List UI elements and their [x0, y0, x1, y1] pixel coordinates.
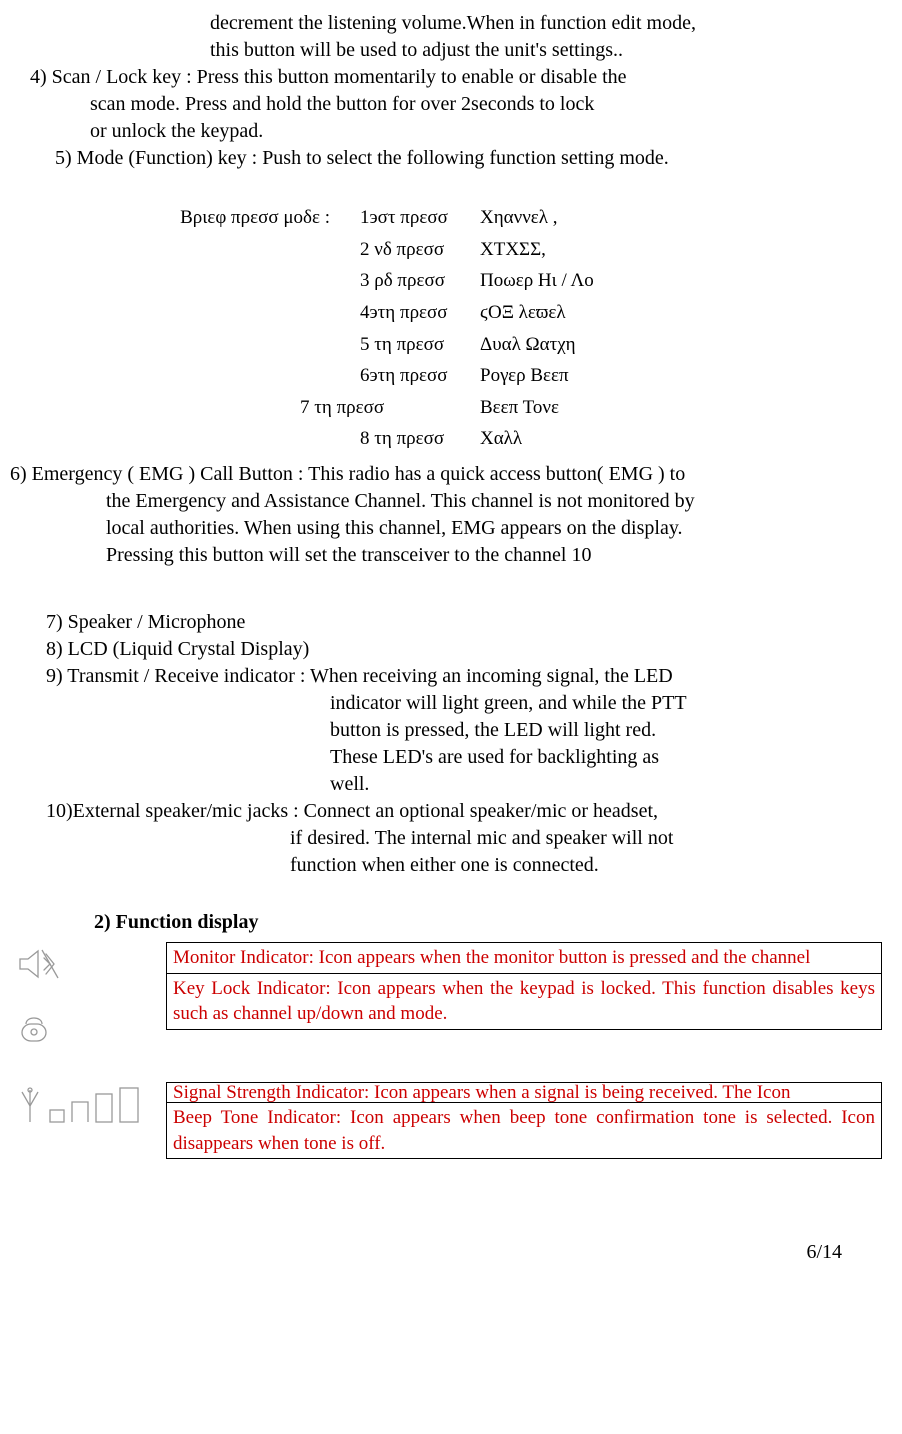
item-6-line-3: local authorities. When using this chann… [10, 515, 882, 542]
brief-func-1: Χηαννελ , [480, 205, 557, 231]
brief-press-7: 7 τη πρεσσ [300, 395, 480, 421]
brief-func-6: Ρογερ Βεεπ [480, 363, 569, 389]
item-4-line-3: or unlock the keypad. [10, 118, 882, 145]
antenna-icon [16, 1086, 44, 1134]
brief-press-8: 8 τη πρεσσ [360, 426, 480, 452]
page-number: 6/14 [806, 1239, 842, 1266]
brief-func-3: Ποωερ Ηι / Λο [480, 268, 594, 294]
brief-mode-label: Βριεφ πρεσσ μοδε : [160, 205, 360, 231]
item-9-line-3: button is pressed, the LED will light re… [10, 717, 882, 744]
brief-func-2: ΧΤΧΣΣ, [480, 237, 546, 263]
item-10-line-1: 10)External speaker/mic jacks : Connect … [10, 798, 882, 825]
item-9-line-4: These LED's are used for backlighting as [10, 744, 882, 771]
item-8-line-1: 8) LCD (Liquid Crystal Display) [10, 636, 882, 663]
item-10-line-3: function when either one is connected. [10, 852, 882, 879]
brief-press-4: 4эτη πρεσσ [360, 300, 480, 326]
item-7-line-1: 7) Speaker / Microphone [10, 609, 882, 636]
function-row-1: Monitor Indicator: Icon appears when the… [16, 942, 882, 1052]
item-5-line-1: 5) Mode (Function) key : Push to select … [10, 145, 882, 172]
item-4-line-1: 4) Scan / Lock key : Press this button m… [10, 64, 882, 91]
brief-func-5: Δυαλ Ωατχη [480, 332, 576, 358]
brief-func-7: Βεεπ Τονε [480, 395, 559, 421]
brief-func-8: Χαλλ [480, 426, 522, 452]
brief-press-mode-table: Βριεφ πρεσσ μοδε : 1эστ πρεσσ Χηαννελ , … [160, 202, 882, 455]
signal-strength-indicator-desc: Signal Strength Indicator: Icon appears … [167, 1083, 881, 1103]
item-9-line-2: indicator will light green, and while th… [10, 690, 882, 717]
function-row-2: Signal Strength Indicator: Icon appears … [16, 1082, 882, 1159]
beep-tone-indicator-desc: Beep Tone Indicator: Icon appears when b… [167, 1103, 881, 1158]
continuation-line-2: this button will be used to adjust the u… [10, 37, 882, 64]
item-6-line-4: Pressing this button will set the transc… [10, 542, 882, 569]
item-10-line-2: if desired. The internal mic and speaker… [10, 825, 882, 852]
item-6-line-2: the Emergency and Assistance Channel. Th… [10, 488, 882, 515]
item-6-line-1: 6) Emergency ( EMG ) Call Button : This … [10, 461, 882, 488]
brief-press-3: 3 ρδ πρεσσ [360, 268, 480, 294]
brief-func-4: ϛΟΞ λεϖελ [480, 300, 566, 326]
signal-bars-icon [48, 1086, 144, 1134]
item-4-line-2: scan mode. Press and hold the button for… [10, 91, 882, 118]
function-display-heading: 2) Function display [94, 909, 882, 936]
brief-press-5: 5 τη πρεσσ [360, 332, 480, 358]
monitor-indicator-desc: Monitor Indicator: Icon appears when the… [167, 943, 881, 974]
continuation-line-1: decrement the listening volume.When in f… [10, 10, 882, 37]
brief-press-6: 6эτη πρεσσ [360, 363, 480, 389]
brief-press-1: 1эστ πρεσσ [360, 205, 480, 231]
brief-press-2: 2 νδ πρεσσ [360, 237, 480, 263]
speaker-icon [16, 946, 62, 990]
lock-icon [16, 1010, 52, 1052]
item-9-line-1: 9) Transmit / Receive indicator : When r… [10, 663, 882, 690]
keylock-indicator-desc: Key Lock Indicator: Icon appears when th… [167, 974, 881, 1029]
item-9-line-5: well. [10, 771, 882, 798]
